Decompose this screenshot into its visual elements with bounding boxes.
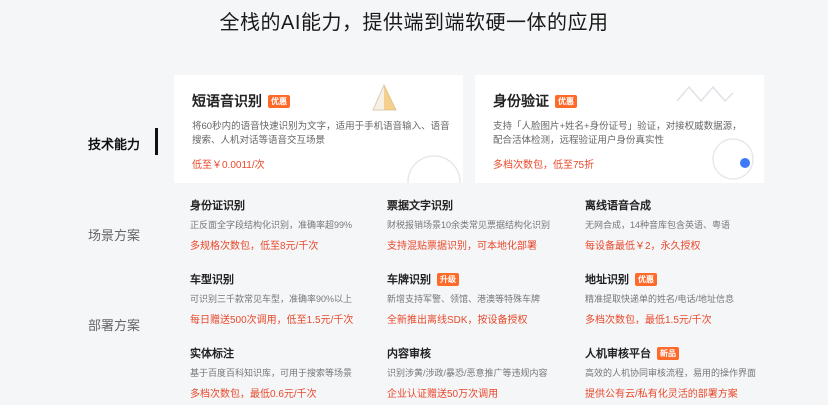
circle-decoration-icon [407, 155, 461, 183]
nav-tab-tech[interactable]: 技术能力 [88, 134, 140, 153]
zigzag-decoration-icon [676, 85, 734, 103]
product-price: 支持混贴票据识别，可本地化部署 [387, 241, 537, 252]
product-price: 提供公有云/私有化灵活的部署方案 [585, 389, 738, 400]
product-entity-annotation[interactable]: 实体标注 基于百度百科知识库，可用于搜索等场景 多档次数包，最低0.6元/千次 [190, 346, 370, 400]
product-desc: 识别涉黄/涉政/暴恐/恶意推广等违规内容 [387, 368, 548, 378]
product-price: 每设备最低￥2，永久授权 [585, 241, 701, 252]
product-title: 身份证识别 [190, 200, 245, 212]
product-title: 车牌识别 [387, 274, 431, 286]
side-nav: 技术能力 场景方案 部署方案 [0, 0, 160, 405]
nav-tab-deploy[interactable]: 部署方案 [88, 315, 140, 334]
product-offline-tts[interactable]: 离线语音合成 无网合成，14种音库包含英语、粤语 每设备最低￥2，永久授权 [585, 198, 765, 252]
product-title: 地址识别 [585, 274, 629, 286]
product-desc: 高效的人机协同审核流程，易用的操作界面 [585, 368, 757, 378]
product-desc: 财税报销场景10余类常见票据结构化识别 [387, 220, 551, 230]
product-id-card[interactable]: 身份证识别 正反面全字段结构化识别，准确率超99% 多规格次数包，低至8元/千次 [190, 198, 370, 252]
product-desc: 新增支持军警、领馆、港澳等特殊车牌 [387, 294, 541, 304]
product-title: 内容审核 [387, 348, 431, 360]
nav-active-indicator [155, 128, 158, 155]
upgrade-badge: 升级 [437, 272, 459, 286]
product-price: 企业认证赠送50万次调用 [387, 389, 499, 400]
product-content-audit[interactable]: 内容审核 识别涉黄/涉政/暴恐/恶意推广等违规内容 企业认证赠送50万次调用 [387, 346, 567, 400]
product-title: 实体标注 [190, 348, 234, 360]
product-license-plate[interactable]: 车牌识别 升级 新增支持军警、领馆、港澳等特殊车牌 全新推出离线SDK，按设备授… [387, 272, 567, 326]
discount-badge: 优惠 [555, 94, 577, 108]
product-car-model[interactable]: 车型识别 可识别三千款常见车型，准确率90%以上 每日赠送500次调用，低至1.… [190, 272, 370, 326]
product-price: 每日赠送500次调用，低至1.5元/千次 [190, 315, 354, 326]
discount-badge: 优惠 [268, 94, 290, 108]
new-badge: 新品 [657, 346, 679, 360]
product-desc: 基于百度百科知识库，可用于搜索等场景 [190, 368, 353, 378]
product-desc: 无网合成，14种音库包含英语、粤语 [585, 220, 731, 230]
product-title: 票据文字识别 [387, 200, 453, 212]
product-title: 人机审核平台 [585, 348, 651, 360]
featured-title: 短语音识别 [192, 93, 262, 109]
product-desc: 正反面全字段结构化识别，准确率超99% [190, 220, 353, 230]
product-review-platform[interactable]: 人机审核平台 新品 高效的人机协同审核流程，易用的操作界面 提供公有云/私有化灵… [585, 346, 765, 400]
product-title: 车型识别 [190, 274, 234, 286]
featured-desc: 将60秒内的语音快速识别为文字，适用于手机语音输入、语音搜索、人机对话等语音交互… [192, 121, 450, 146]
product-desc: 精准提取快递单的姓名/电话/地址信息 [585, 294, 735, 304]
product-price: 多规格次数包，低至8元/千次 [190, 241, 319, 252]
product-desc: 可识别三千款常见车型，准确率90%以上 [190, 294, 353, 304]
product-receipt-ocr[interactable]: 票据文字识别 财税报销场景10余类常见票据结构化识别 支持混贴票据识别，可本地化… [387, 198, 567, 252]
product-title: 离线语音合成 [585, 200, 651, 212]
featured-title: 身份验证 [493, 93, 549, 109]
product-price: 多档次数包，最低1.5元/千次 [585, 315, 712, 326]
product-address[interactable]: 地址识别 优惠 精准提取快递单的姓名/电话/地址信息 多档次数包，最低1.5元/… [585, 272, 765, 326]
nav-tab-scenario[interactable]: 场景方案 [88, 225, 140, 244]
product-price: 全新推出离线SDK，按设备授权 [387, 315, 528, 326]
featured-card-short-speech[interactable]: 短语音识别 优惠 将60秒内的语音快速识别为文字，适用于手机语音输入、语音搜索、… [174, 75, 463, 183]
triangle-decoration-icon [372, 83, 397, 111]
featured-card-identity[interactable]: 身份验证 优惠 支持「人脸图片+姓名+身份证号」验证，对接权威数据源，配合活体检… [475, 75, 764, 183]
discount-badge: 优惠 [635, 272, 657, 286]
circle-dot-decoration-icon [712, 138, 754, 180]
product-price: 多档次数包，最低0.6元/千次 [190, 389, 317, 400]
